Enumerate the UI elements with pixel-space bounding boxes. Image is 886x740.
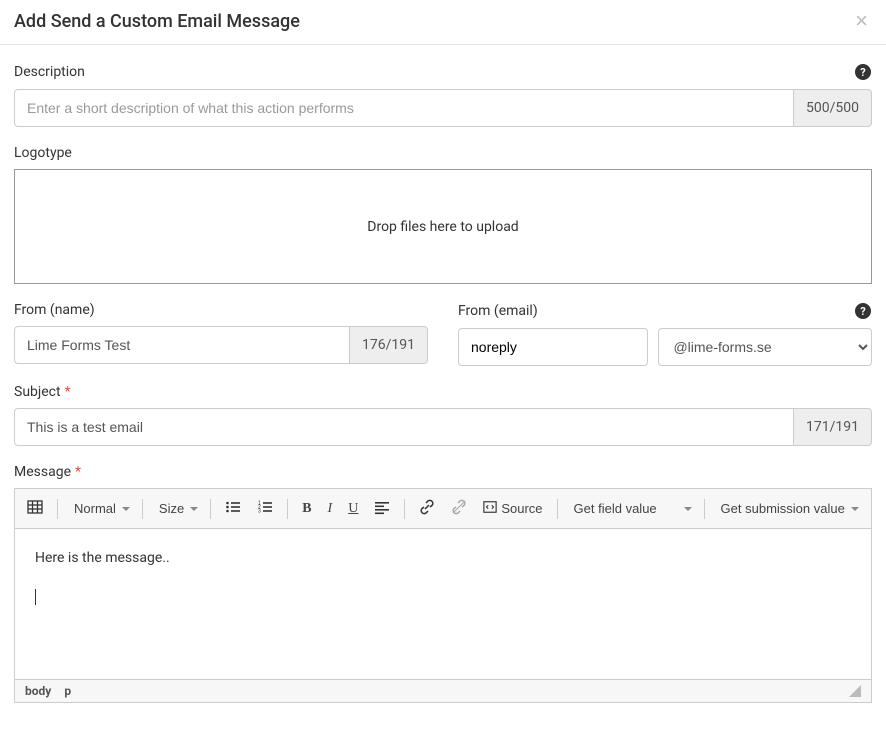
chevron-down-icon: [190, 507, 198, 511]
message-label: Message*: [14, 464, 81, 480]
chevron-down-icon: [851, 507, 859, 511]
description-counter: 500/500: [794, 89, 872, 127]
numbered-list-button[interactable]: 123: [251, 496, 279, 522]
close-button[interactable]: ×: [851, 10, 872, 32]
rich-text-editor: Normal Size: [14, 488, 872, 703]
underline-button[interactable]: U: [342, 496, 364, 522]
source-button[interactable]: Source: [477, 496, 548, 522]
chevron-down-icon: [122, 507, 130, 511]
editor-content[interactable]: Here is the message..: [15, 529, 871, 679]
link-icon: [419, 499, 435, 518]
separator: [57, 499, 58, 519]
resize-handle[interactable]: [849, 685, 861, 697]
get-submission-label: Get submission value: [721, 501, 845, 516]
from-email-local-input[interactable]: [458, 328, 648, 366]
from-email-group: From (email) ? @lime-forms.se: [458, 302, 872, 366]
separator: [210, 499, 211, 519]
svg-text:3: 3: [258, 509, 261, 515]
subject-input[interactable]: [14, 408, 794, 446]
description-input[interactable]: [14, 89, 794, 127]
description-label: Description: [14, 64, 85, 80]
svg-text:?: ?: [860, 305, 866, 318]
text-cursor: [35, 589, 36, 605]
path-body[interactable]: body: [25, 684, 51, 698]
get-field-value-dropdown[interactable]: Get field value: [566, 496, 696, 522]
source-label: Source: [501, 501, 542, 516]
paragraph-format-dropdown[interactable]: Normal: [66, 496, 134, 522]
logotype-label: Logotype: [14, 145, 72, 161]
numbered-list-icon: 123: [257, 499, 273, 518]
path-p[interactable]: p: [64, 684, 71, 698]
underline-icon: U: [348, 501, 358, 517]
from-email-domain-select[interactable]: @lime-forms.se: [658, 328, 872, 366]
chevron-down-icon: [684, 507, 692, 511]
format-label: Normal: [74, 501, 116, 516]
description-group: Description ? 500/500: [14, 63, 872, 127]
subject-label: Subject*: [14, 384, 71, 400]
from-name-counter: 176/191: [350, 326, 428, 364]
modal-title: Add Send a Custom Email Message: [14, 11, 300, 32]
separator: [142, 499, 143, 519]
link-button[interactable]: [413, 496, 441, 522]
table-button[interactable]: [21, 496, 49, 522]
modal-dialog: Add Send a Custom Email Message × Descri…: [0, 0, 886, 717]
bold-icon: B: [302, 501, 311, 517]
bold-button[interactable]: B: [296, 496, 317, 522]
bullet-list-icon: [225, 499, 241, 518]
help-icon[interactable]: ?: [854, 302, 872, 320]
font-size-dropdown[interactable]: Size: [151, 496, 202, 522]
close-icon: ×: [855, 8, 868, 33]
get-submission-value-dropdown[interactable]: Get submission value: [713, 496, 863, 522]
align-left-icon: [374, 499, 390, 518]
get-field-label: Get field value: [574, 501, 657, 516]
svg-text:?: ?: [860, 66, 866, 79]
italic-button[interactable]: I: [322, 496, 339, 522]
from-email-label: From (email): [458, 303, 538, 319]
unlink-icon: [451, 499, 467, 518]
svg-text:1: 1: [258, 501, 261, 507]
element-path: body p: [25, 684, 81, 698]
help-icon[interactable]: ?: [854, 63, 872, 81]
svg-text:2: 2: [258, 505, 261, 511]
subject-group: Subject* 171/191: [14, 384, 872, 446]
from-name-input[interactable]: [14, 326, 350, 364]
source-icon: [483, 500, 497, 517]
italic-icon: I: [328, 501, 333, 517]
separator: [404, 499, 405, 519]
message-text: Here is the message..: [35, 547, 851, 569]
from-name-group: From (name) 176/191: [14, 302, 428, 366]
logotype-dropzone[interactable]: Drop files here to upload: [14, 169, 872, 284]
modal-body: Description ? 500/500 Logotype Drop file…: [0, 45, 886, 717]
separator: [557, 499, 558, 519]
modal-header: Add Send a Custom Email Message ×: [0, 0, 886, 45]
subject-counter: 171/191: [794, 408, 872, 446]
editor-toolbar: Normal Size: [15, 489, 871, 529]
logotype-group: Logotype Drop files here to upload: [14, 145, 872, 284]
align-button[interactable]: [368, 496, 396, 522]
separator: [287, 499, 288, 519]
unlink-button[interactable]: [445, 496, 473, 522]
message-group: Message* Normal: [14, 464, 872, 703]
size-label: Size: [159, 501, 184, 516]
dropzone-text: Drop files here to upload: [367, 219, 518, 235]
editor-footer: body p: [15, 679, 871, 702]
separator: [704, 499, 705, 519]
from-name-label: From (name): [14, 302, 95, 318]
bullet-list-button[interactable]: [219, 496, 247, 522]
table-icon: [27, 499, 43, 518]
